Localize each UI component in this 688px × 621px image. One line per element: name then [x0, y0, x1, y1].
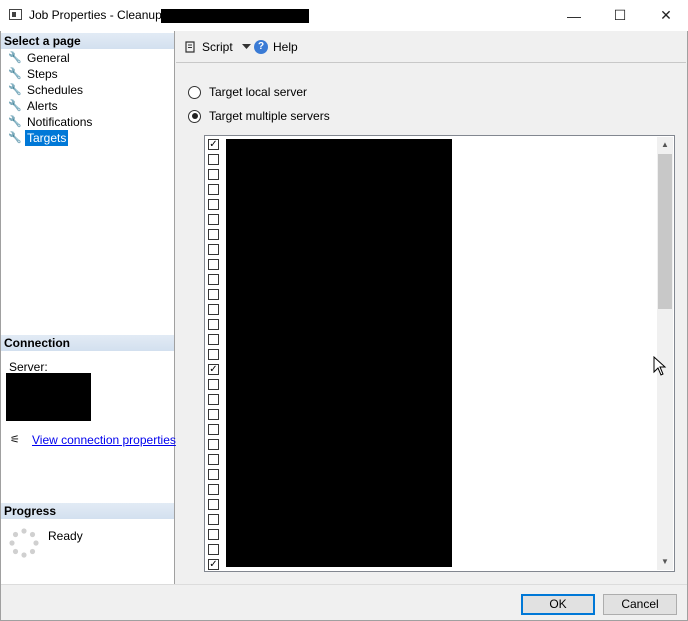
progress-spinner-icon	[9, 528, 39, 558]
target-local-server-option[interactable]: Target local server	[188, 85, 307, 99]
select-page-header: Select a page	[1, 33, 174, 49]
server-checkbox[interactable]	[208, 214, 219, 225]
close-button[interactable]: ✕	[643, 0, 688, 31]
server-checkbox[interactable]	[208, 169, 219, 180]
sidebar-item-label: Steps	[27, 67, 58, 81]
ok-button[interactable]: OK	[521, 594, 595, 615]
server-checkbox[interactable]	[208, 334, 219, 345]
window-title: Job Properties - Cleanup	[29, 8, 162, 22]
server-checkbox[interactable]	[208, 529, 219, 540]
scroll-down-icon[interactable]: ▼	[657, 554, 673, 570]
wrench-icon: 🔧	[8, 132, 22, 144]
toolbar	[176, 33, 686, 63]
server-checkbox[interactable]	[208, 319, 219, 330]
server-checkbox[interactable]	[208, 424, 219, 435]
target-local-radio[interactable]	[188, 85, 201, 99]
server-checkbox[interactable]	[208, 289, 219, 300]
sidebar-item-label: General	[27, 51, 70, 65]
server-checkbox[interactable]	[208, 469, 219, 480]
progress-header: Progress	[1, 503, 174, 519]
server-label: Server:	[9, 360, 48, 374]
view-connection-properties-link[interactable]: View connection properties	[32, 433, 176, 447]
script-button[interactable]: Script	[183, 40, 251, 54]
minimize-icon: —	[567, 7, 581, 24]
sidebar-item-0[interactable]: 🔧 General	[8, 50, 72, 66]
help-label: Help	[273, 40, 298, 54]
script-icon	[185, 41, 195, 53]
sidebar-item-label: Alerts	[27, 99, 58, 113]
server-checkbox[interactable]	[208, 154, 219, 165]
server-checkbox[interactable]	[208, 499, 219, 510]
server-checkbox[interactable]	[208, 514, 219, 525]
server-checkbox[interactable]	[208, 454, 219, 465]
server-checkbox[interactable]	[208, 394, 219, 405]
window-icon	[9, 9, 22, 20]
server-checkbox[interactable]	[208, 349, 219, 360]
server-checkbox[interactable]	[208, 229, 219, 240]
wrench-icon: 🔧	[8, 100, 22, 112]
sidebar-item-3[interactable]: 🔧 Alerts	[8, 98, 60, 114]
server-checkbox[interactable]	[208, 484, 219, 495]
scroll-thumb[interactable]	[658, 154, 672, 309]
server-checkbox[interactable]	[208, 244, 219, 255]
redacted-block	[226, 139, 452, 567]
mouse-cursor-icon	[653, 356, 667, 376]
sidebar-item-2[interactable]: 🔧 Schedules	[8, 82, 85, 98]
target-multiple-servers-option[interactable]: Target multiple servers	[188, 109, 330, 123]
help-button[interactable]: ? Help	[254, 40, 298, 54]
script-label: Script	[202, 40, 233, 54]
server-checkbox[interactable]: ✓	[208, 364, 219, 375]
maximize-icon: ☐	[613, 7, 627, 23]
server-checkbox[interactable]	[208, 259, 219, 270]
server-checkbox[interactable]	[208, 184, 219, 195]
server-checkbox[interactable]	[208, 409, 219, 420]
sidebar-item-4[interactable]: 🔧 Notifications	[8, 114, 94, 130]
sidebar-item-label: Targets	[25, 130, 69, 146]
server-checkbox[interactable]	[208, 304, 219, 315]
redacted-block	[6, 373, 91, 421]
progress-status: Ready	[48, 529, 83, 543]
help-icon: ?	[254, 40, 268, 54]
server-checkbox[interactable]: ✓	[208, 559, 219, 570]
server-checkbox[interactable]	[208, 379, 219, 390]
sidebar-item-label: Schedules	[27, 83, 84, 97]
wrench-icon: 🔧	[8, 68, 22, 80]
target-multiple-label: Target multiple servers	[209, 109, 330, 123]
connection-header: Connection	[1, 335, 174, 351]
cancel-button[interactable]: Cancel	[603, 594, 677, 615]
sidebar-item-5[interactable]: 🔧 Targets	[8, 130, 69, 146]
target-local-label: Target local server	[209, 85, 308, 99]
sidebar-item-label: Notifications	[27, 115, 93, 129]
server-checkbox[interactable]	[208, 544, 219, 555]
server-checkbox[interactable]	[208, 439, 219, 450]
footer-divider	[1, 584, 687, 585]
server-checkbox[interactable]	[208, 274, 219, 285]
wrench-icon: 🔧	[8, 52, 22, 64]
close-icon: ✕	[660, 7, 672, 23]
minimize-button[interactable]: —	[551, 0, 597, 31]
server-checkbox[interactable]: ✓	[208, 139, 219, 150]
chevron-down-icon[interactable]	[241, 44, 251, 50]
wrench-icon: 🔧	[8, 84, 22, 96]
target-multiple-radio[interactable]	[188, 109, 201, 123]
maximize-button[interactable]: ☐	[597, 0, 643, 31]
wrench-icon: 🔧	[8, 116, 22, 128]
scroll-up-icon[interactable]: ▲	[657, 137, 673, 153]
sidebar-item-1[interactable]: 🔧 Steps	[8, 66, 60, 82]
redacted-block	[161, 9, 309, 23]
server-checkbox[interactable]	[208, 199, 219, 210]
connection-icon: ⚟	[10, 434, 20, 446]
